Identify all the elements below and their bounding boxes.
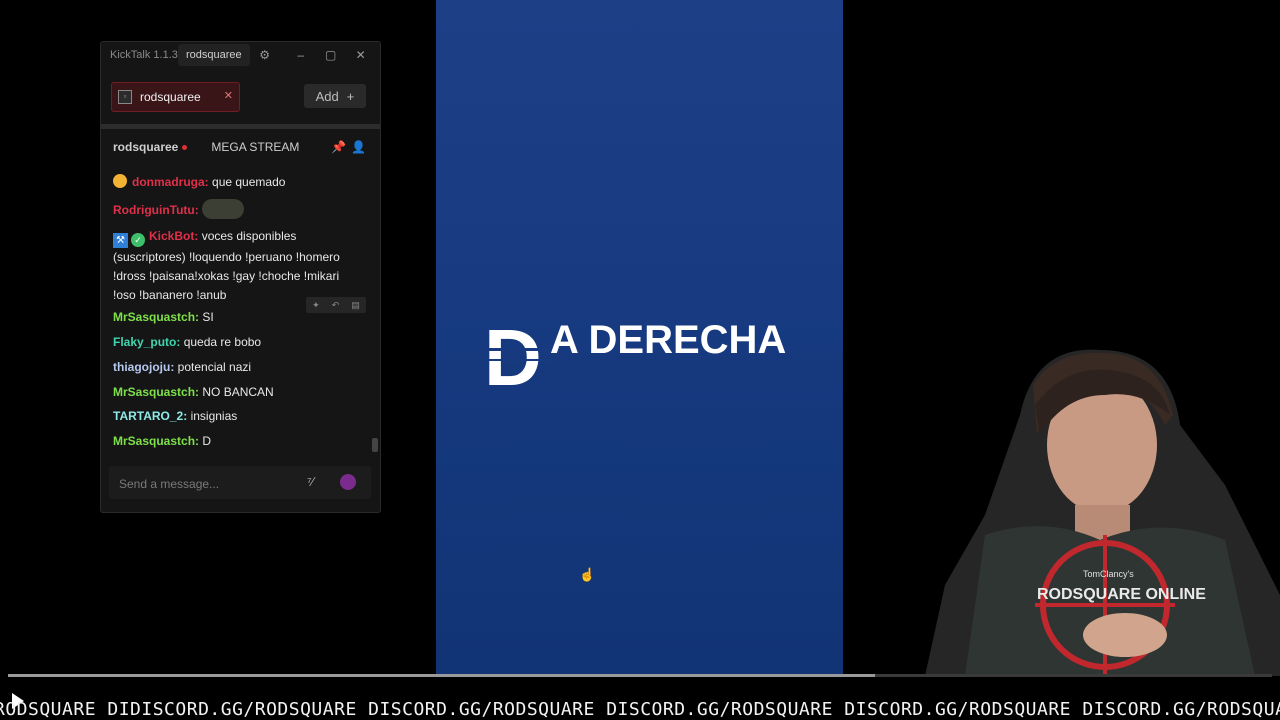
titlebar: KickTalk 1.1.3 rodsquaree ⚙ – ▢ ✕ [101,42,380,68]
chat-text: potencial nazi [177,360,252,374]
chat-username[interactable]: RodriguinTutu: [113,203,199,217]
chat-message: TARTARO_2: insignias [113,407,365,426]
chat-username[interactable]: KickBot: [149,229,198,243]
copy-icon[interactable]: ▤ [351,300,360,311]
emote-image [201,199,244,219]
logo-letter: D [484,315,542,395]
chat-username[interactable]: MrSasquastch: [113,385,199,399]
shirt-line1: TomClancy's [1083,569,1134,579]
video-panel[interactable]: D A DERECHA ☝ [436,0,843,676]
chat-text: NO BANCAN [202,385,274,399]
chat-header: rodsquaree MEGA STREAM 📌 👤 [101,130,380,164]
message-input[interactable] [109,466,296,501]
user-icon[interactable]: 👤 [351,140,366,154]
chat-text: insignias [190,409,238,423]
chat-scrollbar[interactable] [372,438,378,452]
chat-message: donmadruga: que quemado [113,173,365,192]
video-progress-bar[interactable] [8,674,1272,677]
channel-tab-label: rodsquaree [140,90,201,104]
kicktalk-window: KickTalk 1.1.3 rodsquaree ⚙ – ▢ ✕ ▫ rods… [100,41,381,513]
translate-icon[interactable]: ⁷⁄ [307,474,314,489]
streamer-webcam: TomClancy's RODSQUARE ONLINE [925,349,1280,676]
reply-icon[interactable]: ↶ [332,300,340,311]
gear-icon[interactable]: ⚙ [254,48,276,62]
app-name: KickTalk 1.1.3 [110,49,178,61]
chat-username[interactable]: thiagojoju: [113,360,174,374]
channel-name: rodsquaree [113,140,179,154]
minimize-icon[interactable]: – [290,48,312,62]
chat-messages: donmadruga: que quemado RodriguinTutu: ⚒… [101,170,371,456]
close-icon[interactable]: ✕ [350,48,372,62]
chat-message: ⚒ ✓ KickBot: voces disponibles (suscriptor… [113,227,365,305]
emote-icon[interactable] [340,474,356,490]
chat-username[interactable]: TARTARO_2: [113,409,187,423]
verified-badge-icon: ✓ [131,233,145,247]
discord-ticker: RODSQUARE DIDISCORD.GG/RODSQUARE DISCORD… [0,698,1280,720]
add-channel-button[interactable]: Add + [304,84,366,108]
pin-icon[interactable]: 📌 [331,140,346,154]
chat-text: queda re bobo [183,335,262,349]
channel-tabs: ▫ rodsquaree ✕ Add + [101,82,380,112]
chat-text: voces disponibles (suscriptores) !loquen… [113,229,340,302]
shirt-line2: RODSQUARE ONLINE [1037,586,1206,603]
chat-text: que quemado [212,175,286,189]
chat-text: D [202,434,212,448]
hand-cursor-icon: ☝ [579,567,596,582]
chat-message: MrSasquastch: D [113,432,365,451]
bot-badge-icon: ⚒ [113,233,128,248]
plus-icon: + [346,88,355,104]
chat-username[interactable]: MrSasquastch: [113,310,199,324]
chat-username[interactable]: donmadruga: [132,175,209,189]
chat-text: SI [202,310,214,324]
progress-fill [8,674,876,677]
chat-username[interactable]: MrSasquastch: [113,434,199,448]
broken-image-icon: ▫ [118,90,132,104]
ticker-text: RODSQUARE DIDISCORD.GG/RODSQUARE DISCORD… [0,699,1280,720]
stream-title: MEGA STREAM [211,140,300,154]
chat-message: thiagojoju: potencial nazi [113,358,365,377]
da-derecha-logo: D A DERECHA [484,315,786,395]
message-actions: ✦ ↶ ▤ [306,297,366,313]
account-chip[interactable]: rodsquaree [178,44,250,66]
live-indicator [182,144,188,150]
channel-tab[interactable]: ▫ rodsquaree ✕ [111,82,240,112]
chat-message: MrSasquastch: NO BANCAN [113,383,365,402]
message-input-box: ⁷⁄ [109,466,371,501]
divider [101,124,380,129]
logo-text: A DERECHA [550,318,786,362]
maximize-icon[interactable]: ▢ [320,48,342,62]
pin-icon[interactable]: ✦ [312,300,320,311]
emoji-icon [113,174,127,188]
chat-username[interactable]: Flaky_puto: [113,335,180,349]
add-button-label: Add [315,88,339,104]
chat-message: RodriguinTutu: [113,199,365,220]
chat-message: Flaky_puto: queda re bobo [113,333,365,352]
tab-close-icon[interactable]: ✕ [224,89,233,102]
